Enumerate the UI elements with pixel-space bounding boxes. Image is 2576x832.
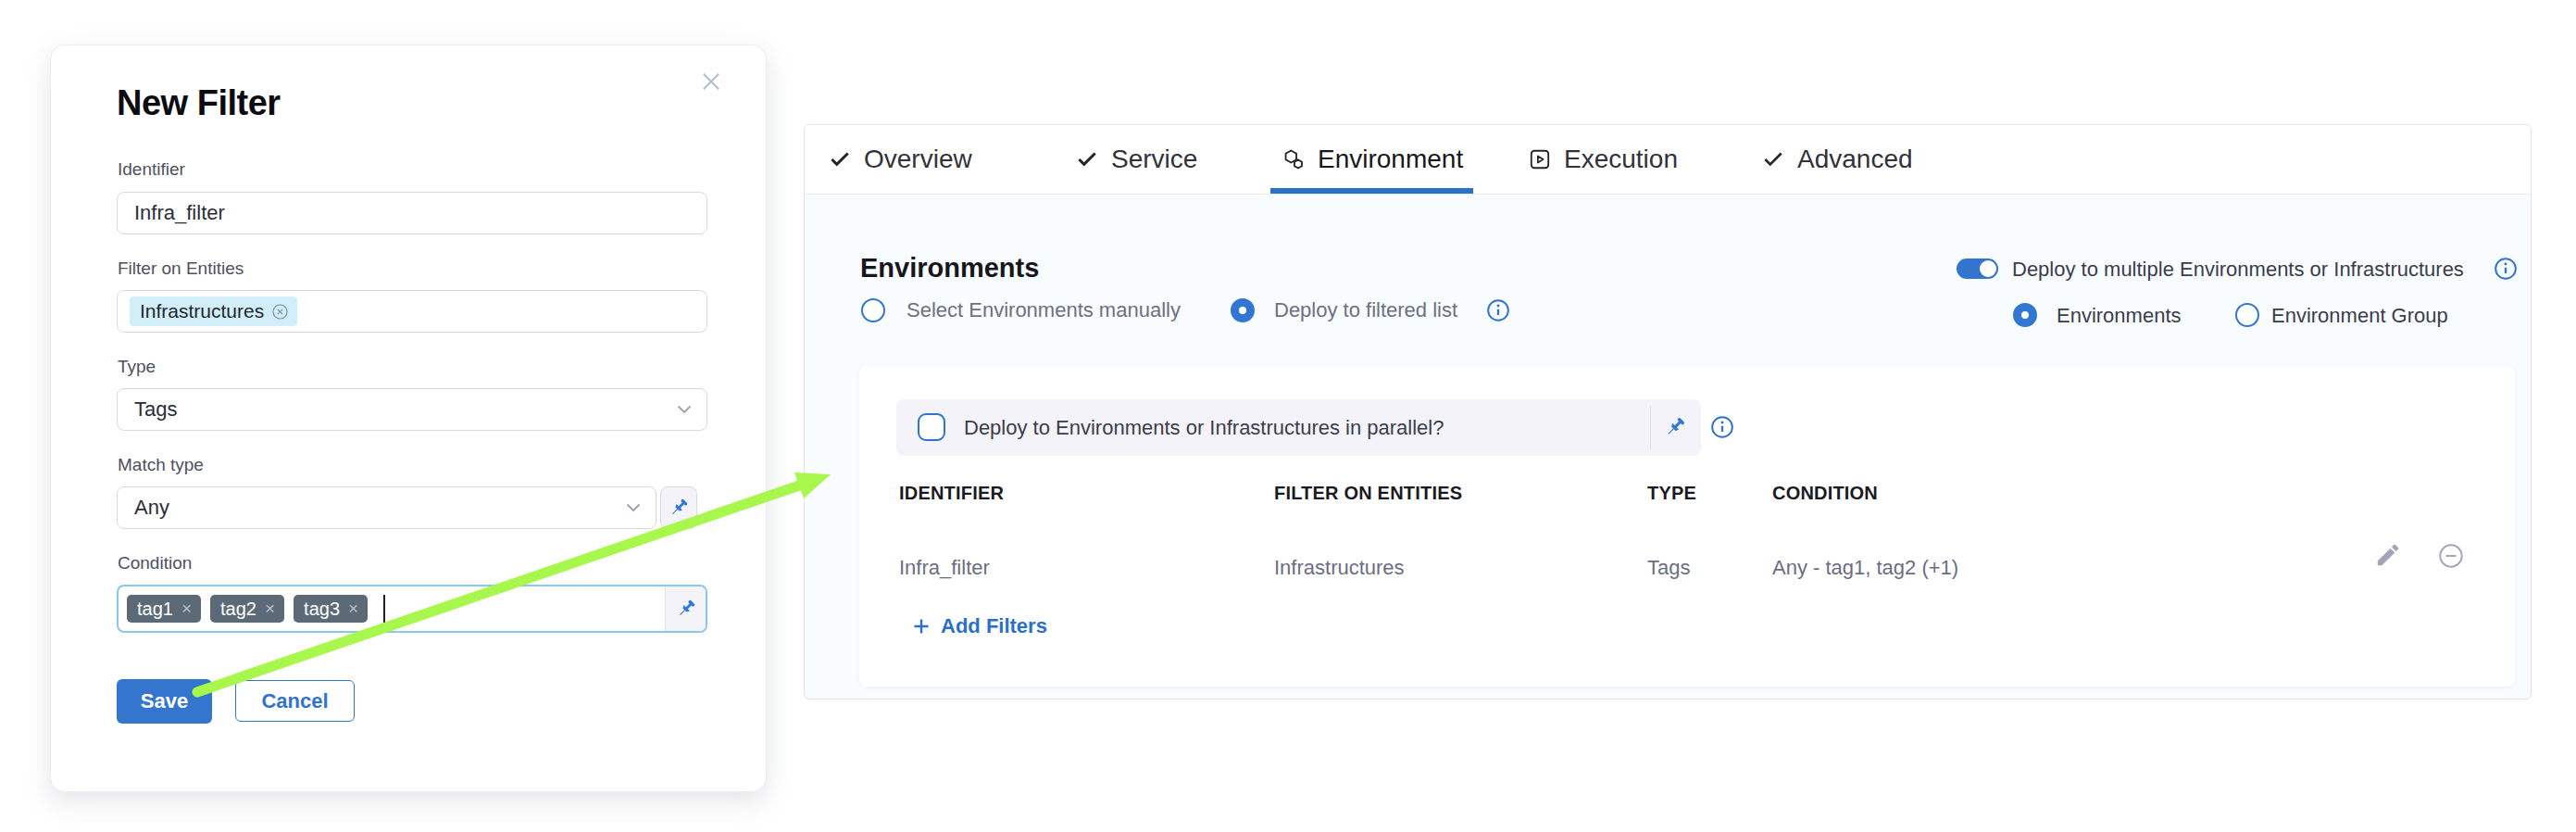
match-type-value: Any [118, 496, 169, 520]
text-cursor [383, 595, 385, 623]
cell-condition: Any - tag1, tag2 (+1) [1772, 556, 1958, 580]
pin-icon[interactable] [660, 486, 697, 529]
check-icon [1075, 147, 1099, 171]
tab-label: Overview [864, 145, 972, 174]
entities-tag: Infrastructures [130, 296, 297, 326]
condition-input[interactable]: tag1 tag2 tag3 [117, 585, 707, 633]
cell-filter-on-entities: Infrastructures [1274, 556, 1405, 580]
new-filter-modal: New Filter Identifier Infra_filter Filte… [50, 44, 767, 792]
identifier-label: Identifier [118, 158, 185, 181]
save-button[interactable]: Save [117, 679, 212, 724]
info-icon[interactable] [1486, 298, 1510, 322]
remove-chip-icon[interactable] [181, 599, 192, 619]
remove-tag-icon[interactable] [271, 303, 289, 321]
type-select[interactable]: Tags [117, 388, 707, 431]
parallel-question-label: Deploy to Environments or Infrastructure… [964, 399, 1444, 456]
cancel-button[interactable]: Cancel [235, 680, 355, 722]
tab-overview[interactable]: Overview [828, 125, 972, 194]
tab-label: Environment [1318, 145, 1463, 174]
condition-tags: tag1 tag2 tag3 [119, 595, 665, 623]
type-value: Tags [118, 397, 177, 422]
execution-icon [1528, 147, 1552, 171]
tab-label: Execution [1564, 145, 1678, 174]
pin-icon[interactable] [1661, 413, 1689, 441]
tab-label: Service [1111, 145, 1197, 174]
parallel-question-bar: Deploy to Environments or Infrastructure… [896, 399, 1701, 456]
environments-heading: Environments [860, 254, 1039, 282]
check-icon [828, 147, 852, 171]
identifier-input[interactable]: Infra_filter [117, 192, 707, 234]
col-filter-on-entities: FILTER ON ENTITIES [1274, 483, 1462, 504]
close-icon[interactable] [698, 69, 724, 95]
radio-environment-group-label[interactable]: Environment Group [2271, 303, 2448, 328]
tab-service[interactable]: Service [1075, 125, 1197, 194]
match-type-label: Match type [118, 454, 204, 476]
tab-bar: Overview Service Environment Execution A… [805, 125, 2531, 195]
deploy-multiple-toggle[interactable] [1957, 258, 1998, 279]
edit-icon[interactable] [2374, 541, 2402, 569]
modal-title: New Filter [117, 82, 281, 124]
radio-environment-group[interactable] [2235, 303, 2259, 327]
entities-label: Filter on Entities [118, 258, 244, 280]
tab-execution[interactable]: Execution [1528, 125, 1678, 194]
remove-chip-icon[interactable] [348, 599, 358, 619]
tab-label: Advanced [1797, 145, 1913, 174]
radio-environments[interactable] [2013, 303, 2037, 327]
remove-chip-icon[interactable] [265, 599, 275, 619]
cell-type: Tags [1647, 556, 1690, 580]
cell-identifier: Infra_filter [899, 556, 990, 580]
col-type: TYPE [1647, 483, 1696, 504]
add-filters-button[interactable]: Add Filters [910, 614, 1047, 638]
parallel-checkbox[interactable] [918, 413, 945, 441]
col-identifier: IDENTIFIER [899, 483, 1004, 504]
active-tab-underline [1270, 188, 1473, 194]
radio-select-manually[interactable] [861, 298, 885, 322]
condition-label: Condition [118, 552, 192, 574]
environment-panel: Overview Service Environment Execution A… [804, 124, 2532, 700]
tag-chip[interactable]: tag3 [294, 595, 368, 623]
plus-icon [910, 615, 932, 637]
col-condition: CONDITION [1772, 483, 1878, 504]
radio-select-manually-label[interactable]: Select Environments manually [907, 297, 1181, 322]
divider [1650, 406, 1651, 449]
info-icon[interactable] [1710, 415, 1734, 439]
type-label: Type [118, 356, 156, 378]
tag-chip[interactable]: tag2 [210, 595, 284, 623]
tag-chip[interactable]: tag1 [127, 595, 201, 623]
remove-icon[interactable] [2438, 543, 2466, 571]
tab-advanced[interactable]: Advanced [1761, 125, 1913, 194]
radio-deploy-filtered[interactable] [1231, 298, 1255, 322]
add-filters-label: Add Filters [941, 614, 1047, 638]
entities-tag-label: Infrastructures [140, 300, 264, 322]
info-icon[interactable] [2494, 257, 2518, 281]
radio-deploy-filtered-label[interactable]: Deploy to filtered list [1274, 297, 1457, 322]
entities-input[interactable]: Infrastructures [117, 290, 707, 333]
radio-environments-label[interactable]: Environments [2057, 303, 2182, 328]
deploy-multiple-label: Deploy to multiple Environments or Infra… [2012, 257, 2464, 282]
filters-card: Deploy to Environments or Infrastructure… [859, 366, 2515, 687]
check-icon [1761, 147, 1785, 171]
pin-icon[interactable] [665, 586, 706, 631]
identifier-value: Infra_filter [118, 201, 225, 225]
page: Overview Service Environment Execution A… [0, 0, 2576, 832]
match-type-select[interactable]: Any [117, 486, 657, 529]
tab-environment[interactable]: Environment [1282, 125, 1463, 194]
chevron-down-icon [626, 503, 641, 512]
chevron-down-icon [677, 405, 692, 414]
environment-icon [1282, 147, 1306, 171]
